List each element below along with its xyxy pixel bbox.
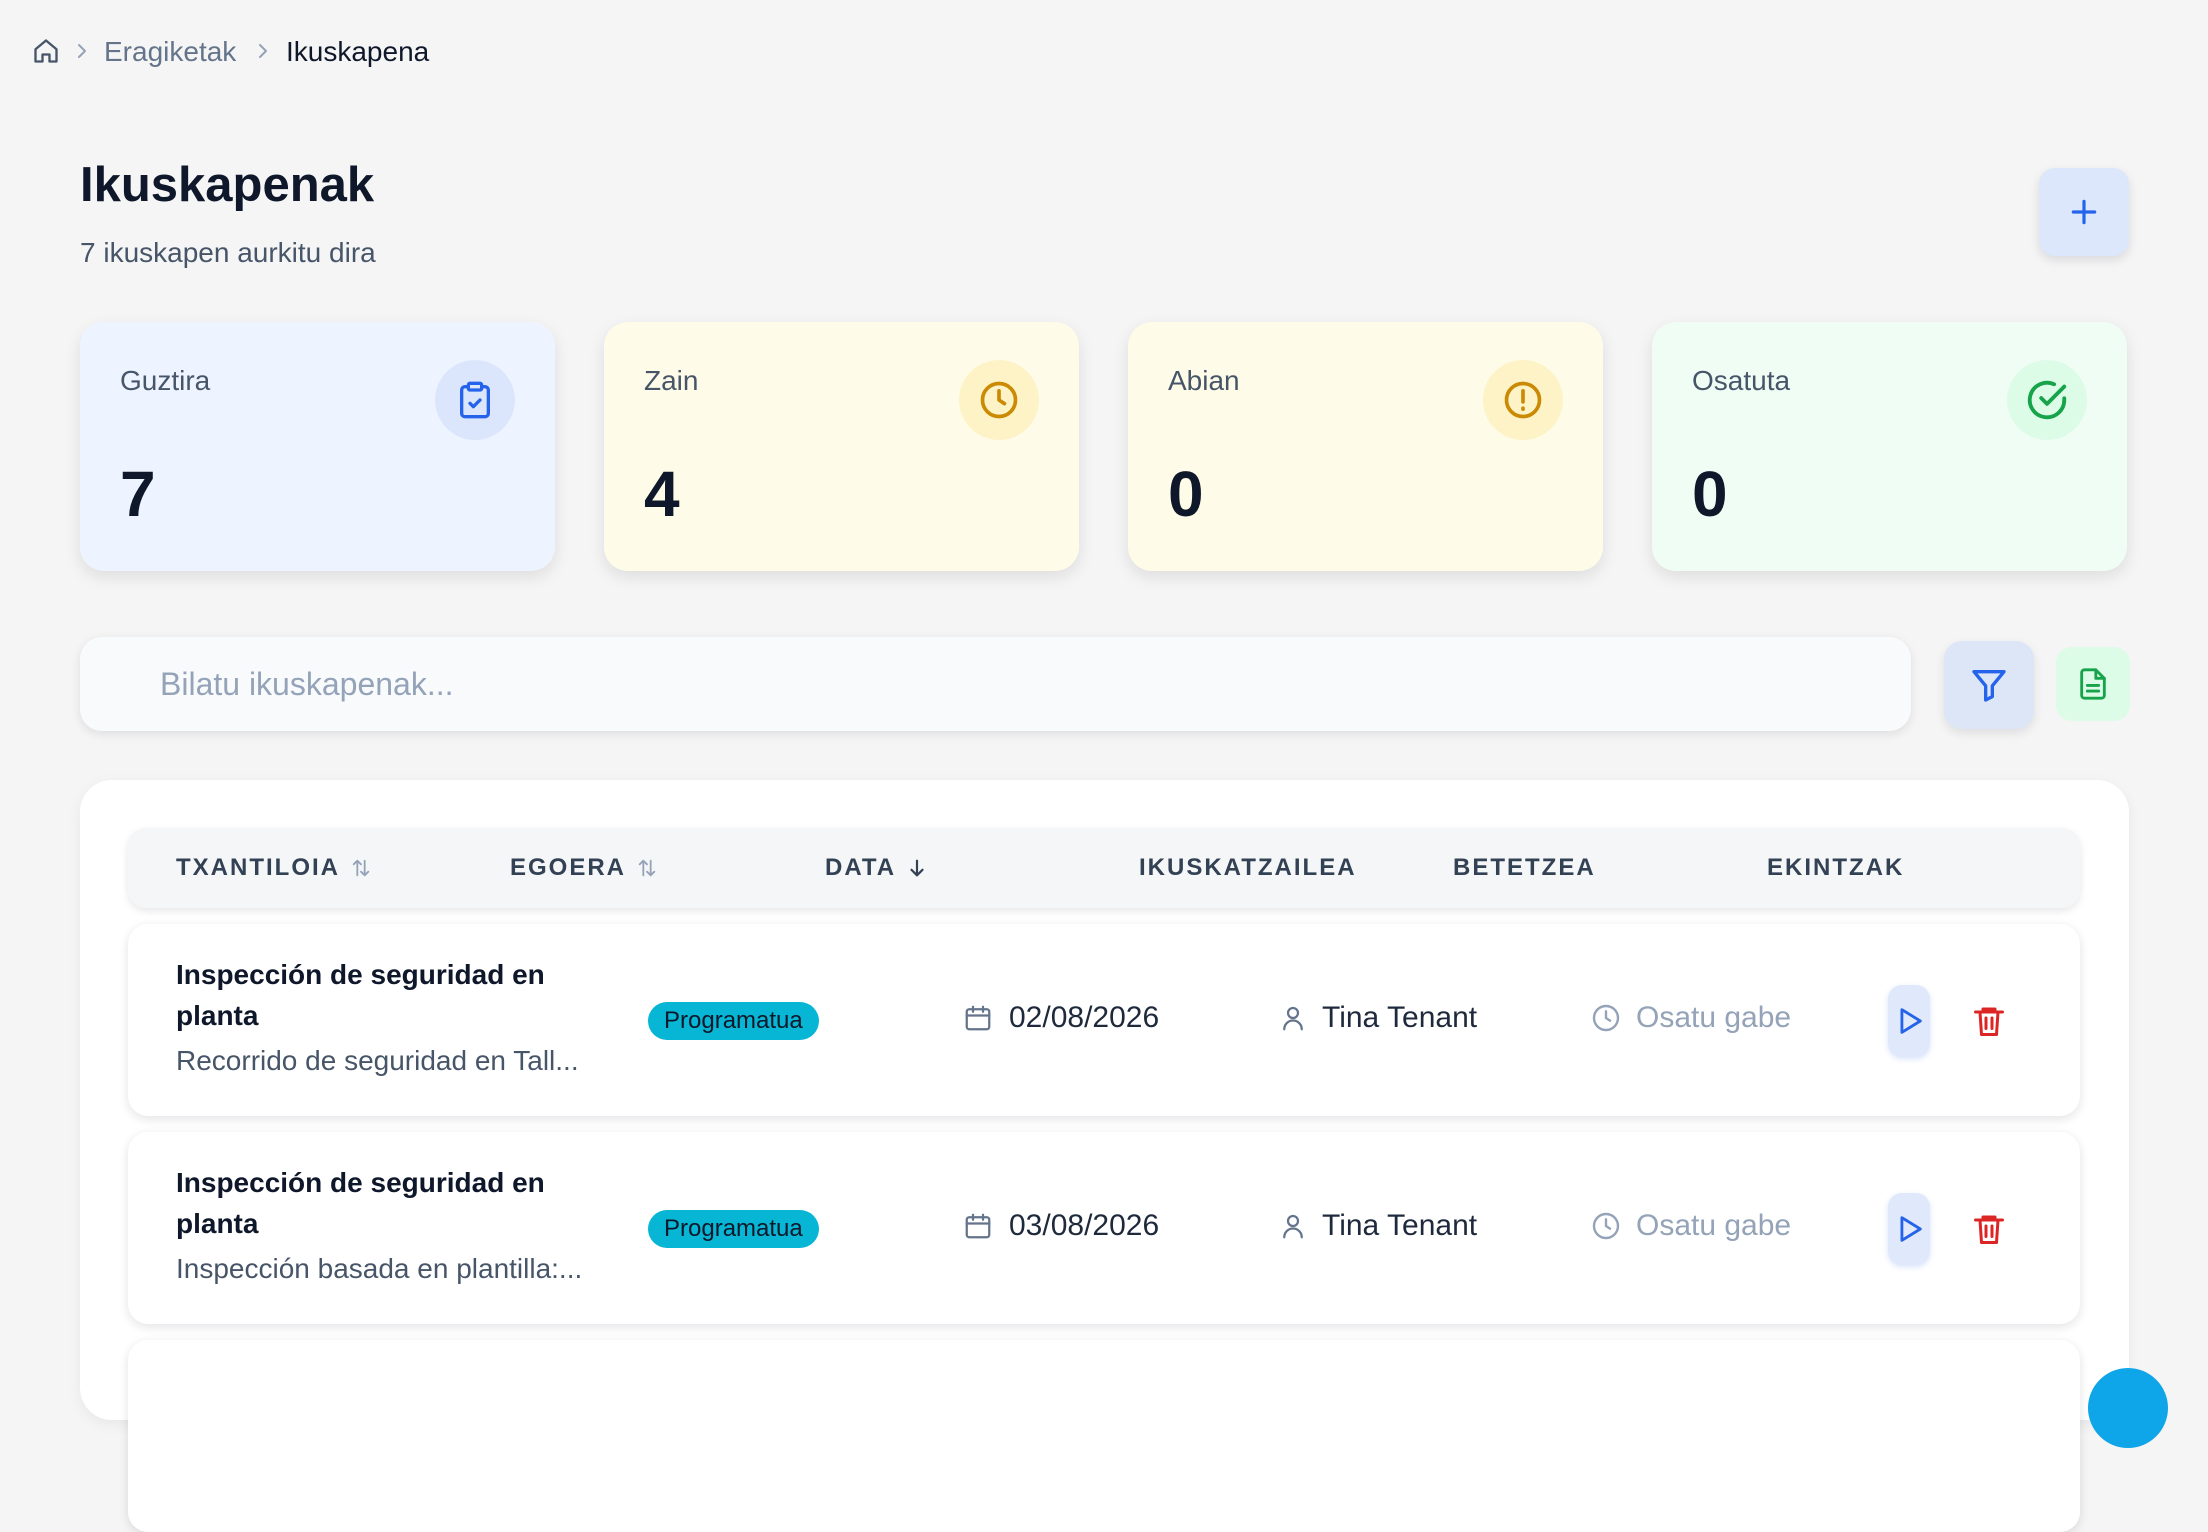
- inspector-name: Tina Tenant: [1322, 1209, 1478, 1242]
- filter-button[interactable]: [1944, 641, 2034, 729]
- page-title: Ikuskapenak: [80, 158, 375, 212]
- alert-circle-icon: [1483, 360, 1563, 440]
- column-label: TXANTILOIA: [176, 854, 340, 881]
- check-circle-icon: [2007, 360, 2087, 440]
- sort-icon: [350, 857, 372, 879]
- column-header-actions: EKINTZAK: [1767, 828, 1904, 908]
- stat-card-completed: Osatuta 0: [1652, 322, 2127, 571]
- stat-card-in-progress: Abian 0: [1128, 322, 1603, 571]
- file-text-icon: [2076, 667, 2110, 701]
- search-input[interactable]: [160, 637, 1880, 731]
- date-text: 02/08/2026: [1009, 1001, 1160, 1034]
- stat-value: 0: [1168, 458, 1204, 530]
- table-row[interactable]: Inspección de seguridad en planta Recorr…: [128, 924, 2080, 1116]
- status-badge: Programatua: [648, 1002, 819, 1040]
- calendar-icon: [963, 1003, 993, 1033]
- trash-icon: [1971, 1211, 2007, 1247]
- clock-icon: [1590, 1210, 1622, 1242]
- breadcrumb-link[interactable]: Eragiketak: [104, 35, 236, 69]
- column-header-template[interactable]: TXANTILOIA: [176, 828, 372, 908]
- column-label: IKUSKATZAILEA: [1139, 854, 1357, 881]
- column-header-inspector: IKUSKATZAILEA: [1139, 828, 1357, 908]
- delete-button[interactable]: [1968, 1208, 2010, 1250]
- chevron-right-icon: [72, 39, 92, 63]
- completion-text: Osatu gabe: [1636, 1209, 1792, 1242]
- table-row[interactable]: [128, 1340, 2080, 1532]
- column-label: DATA: [825, 854, 897, 881]
- column-label: EGOERA: [510, 854, 627, 881]
- trash-icon: [1971, 1003, 2007, 1039]
- calendar-icon: [963, 1211, 993, 1241]
- search-box: [80, 637, 1911, 731]
- column-label: EKINTZAK: [1767, 854, 1905, 881]
- column-header-date[interactable]: DATA: [825, 828, 928, 908]
- plus-icon: [2068, 196, 2100, 228]
- breadcrumb-current: Ikuskapena: [286, 36, 430, 67]
- stat-card-pending: Zain 4: [604, 322, 1079, 571]
- column-label: BETETZEA: [1453, 854, 1596, 881]
- play-icon: [1892, 1212, 1926, 1246]
- table-row[interactable]: Inspección de seguridad en planta Inspec…: [128, 1132, 2080, 1324]
- stat-label: Zain: [644, 365, 699, 396]
- row-completion: Osatu gabe: [1590, 1000, 1791, 1036]
- completion-text: Osatu gabe: [1636, 1001, 1792, 1034]
- column-header-status[interactable]: EGOERA: [510, 828, 658, 908]
- column-header-completion: BETETZEA: [1453, 828, 1596, 908]
- export-button[interactable]: [2056, 647, 2130, 721]
- stat-card-total: Guztira 7: [80, 322, 555, 571]
- stat-label: Abian: [1168, 365, 1240, 396]
- stat-value: 7: [120, 458, 156, 530]
- start-inspection-button[interactable]: [1888, 1193, 1930, 1265]
- row-date: 03/08/2026: [963, 1208, 1159, 1244]
- stat-value: 0: [1692, 458, 1728, 530]
- sort-icon: [636, 857, 658, 879]
- row-date: 02/08/2026: [963, 1000, 1159, 1036]
- row-title: Inspección de seguridad en planta: [176, 1167, 545, 1239]
- stat-label: Osatuta: [1692, 365, 1791, 396]
- date-text: 03/08/2026: [1009, 1209, 1160, 1242]
- clipboard-check-icon: [435, 360, 515, 440]
- clock-icon: [1590, 1002, 1622, 1034]
- row-inspector: Tina Tenant: [1278, 1208, 1477, 1244]
- play-icon: [1892, 1004, 1926, 1038]
- page-subtitle: 7 ikuskapen aurkitu dira: [80, 237, 376, 268]
- user-icon: [1278, 1211, 1308, 1241]
- status-badge: Programatua: [648, 1210, 819, 1248]
- start-inspection-button[interactable]: [1888, 985, 1930, 1057]
- delete-button[interactable]: [1968, 1000, 2010, 1042]
- row-inspector: Tina Tenant: [1278, 1000, 1477, 1036]
- row-description: Inspección basada en plantilla:...: [176, 1253, 583, 1284]
- floating-action-button[interactable]: [2088, 1368, 2168, 1448]
- chevron-right-icon: [253, 39, 273, 63]
- stat-label: Guztira: [120, 365, 211, 396]
- row-title: Inspección de seguridad en planta: [176, 959, 545, 1031]
- user-icon: [1278, 1003, 1308, 1033]
- stat-value: 4: [644, 458, 680, 530]
- arrow-down-icon: [906, 857, 928, 879]
- row-completion: Osatu gabe: [1590, 1208, 1791, 1244]
- row-description: Recorrido de seguridad en Tall...: [176, 1045, 579, 1076]
- add-inspection-button[interactable]: [2039, 168, 2129, 256]
- clock-icon: [959, 360, 1039, 440]
- inspector-name: Tina Tenant: [1322, 1001, 1478, 1034]
- table-header: TXANTILOIA EGOERA DATA IKUSKATZAILEA BET…: [128, 828, 2080, 908]
- home-icon[interactable]: [32, 37, 60, 65]
- filter-icon: [1969, 665, 2009, 705]
